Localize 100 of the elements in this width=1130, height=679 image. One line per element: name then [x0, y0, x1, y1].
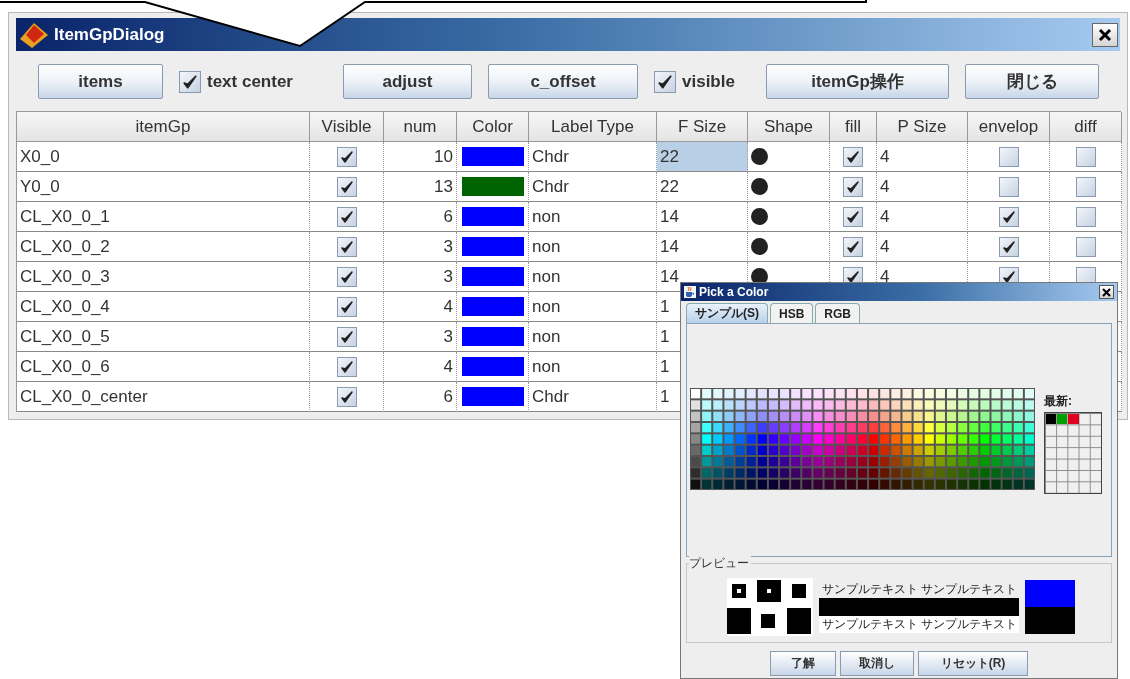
dialog-button[interactable]: 取消し: [839, 651, 914, 676]
check-icon: [339, 149, 354, 164]
table-cell: non: [532, 206, 561, 227]
column-header[interactable]: itemGp: [17, 112, 310, 142]
checkbox[interactable]: [336, 296, 357, 317]
toolbar-button[interactable]: c_offset: [488, 64, 638, 99]
color-swatch[interactable]: [461, 387, 524, 406]
checkbox-label[interactable]: text center: [207, 71, 293, 92]
checkbox[interactable]: [843, 236, 863, 257]
checkbox[interactable]: [1075, 206, 1096, 227]
check-icon: [1001, 209, 1016, 224]
table-cell: 14: [660, 206, 679, 227]
checkbox[interactable]: [336, 236, 357, 257]
checkbox[interactable]: [336, 146, 357, 167]
dialog-button[interactable]: 了解: [769, 651, 836, 676]
checkbox[interactable]: [336, 206, 357, 227]
selected-cell[interactable]: 22: [657, 142, 748, 172]
column-header[interactable]: fill: [830, 112, 877, 142]
toolbar-button[interactable]: items: [38, 64, 163, 99]
table-cell: Y0_0: [20, 176, 60, 197]
recent-color[interactable]: [1068, 414, 1079, 425]
tab[interactable]: RGB: [815, 303, 860, 323]
tab[interactable]: サンプル(S): [686, 303, 768, 323]
table-cell: 3: [443, 266, 453, 287]
window-title: Pick a Color: [699, 285, 770, 299]
check-icon: [339, 299, 354, 314]
checkbox[interactable]: [336, 176, 357, 197]
column-header[interactable]: num: [384, 112, 457, 142]
column-header[interactable]: P Size: [877, 112, 968, 142]
checkbox[interactable]: [1075, 146, 1096, 167]
checkbox[interactable]: [843, 176, 863, 197]
column-header[interactable]: Shape: [748, 112, 830, 142]
checkbox-label[interactable]: visible: [682, 71, 735, 92]
color-swatch[interactable]: [461, 147, 524, 166]
dialog-button[interactable]: リセット(R): [917, 651, 1029, 676]
check-icon: [339, 209, 354, 224]
toolbar-button[interactable]: adjust: [343, 64, 472, 99]
table-cell: 3: [443, 326, 453, 347]
column-header[interactable]: F Size: [657, 112, 748, 142]
checkbox[interactable]: [336, 266, 357, 287]
recent-color[interactable]: [1046, 414, 1057, 425]
table-cell: 14: [660, 266, 679, 287]
column-header[interactable]: Visible: [310, 112, 384, 142]
table-cell: CL_X0_0_3: [20, 266, 110, 287]
table-cell: CL_X0_0_center: [20, 386, 148, 407]
checkbox[interactable]: [179, 70, 201, 93]
app-icon: [18, 20, 50, 49]
column-header[interactable]: envelop: [968, 112, 1050, 142]
toolbar-button[interactable]: itemGp操作: [766, 64, 949, 99]
check-icon: [1001, 239, 1016, 254]
table-cell: 4: [443, 356, 453, 377]
color-swatches-drawing[interactable]: [690, 388, 1035, 490]
tab[interactable]: HSB: [770, 303, 814, 323]
checkbox[interactable]: [1075, 176, 1096, 197]
checkbox[interactable]: [336, 326, 357, 347]
sample-text: サンプルテキスト サンプルテキスト: [819, 616, 1019, 633]
checkbox[interactable]: [336, 386, 357, 407]
table-cell: 4: [880, 236, 890, 257]
column-header[interactable]: diff: [1050, 112, 1122, 142]
color-swatch[interactable]: [461, 327, 524, 346]
color-swatch[interactable]: [461, 177, 524, 196]
cup-icon: [684, 286, 696, 298]
color-swatch[interactable]: [461, 267, 524, 286]
column-header[interactable]: Color: [457, 112, 529, 142]
table-cell: 4: [880, 206, 890, 227]
checkbox[interactable]: [998, 146, 1019, 167]
checkbox[interactable]: [336, 356, 357, 377]
checkbox[interactable]: [1075, 236, 1096, 257]
column-header[interactable]: Label Type: [529, 112, 657, 142]
checkbox[interactable]: [998, 206, 1019, 227]
color-swatch[interactable]: [461, 357, 524, 376]
checkbox[interactable]: [654, 70, 676, 93]
recent-color[interactable]: [1057, 414, 1068, 425]
color-swatch[interactable]: [461, 297, 524, 316]
check-icon: [339, 329, 354, 344]
table-cell: X0_0: [20, 146, 60, 167]
sample-text: サンプルテキスト サンプルテキスト: [821, 581, 1019, 598]
table-cell: CL_X0_0_6: [20, 356, 110, 377]
close-button[interactable]: [1099, 285, 1114, 299]
checkbox[interactable]: [843, 146, 863, 167]
checkbox[interactable]: [998, 236, 1019, 257]
table-cell: 1: [660, 296, 670, 317]
check-icon: [657, 73, 673, 90]
check-icon: [846, 239, 860, 254]
table-cell: 6: [443, 206, 453, 227]
table-cell: 1: [660, 356, 670, 377]
table-cell: 1: [660, 386, 670, 407]
table-cell: 3: [443, 236, 453, 257]
color-swatch[interactable]: [461, 207, 524, 226]
checkbox[interactable]: [843, 206, 863, 227]
table-cell: non: [532, 296, 561, 317]
color-preview: [1025, 580, 1075, 634]
table-cell: CL_X0_0_2: [20, 236, 110, 257]
checkbox[interactable]: [998, 176, 1019, 197]
window-title: ItemGpDialog: [54, 24, 166, 45]
table-cell: 4: [880, 176, 890, 197]
color-swatch[interactable]: [461, 237, 524, 256]
check-icon: [846, 149, 860, 164]
toolbar-button[interactable]: 閉じる: [965, 64, 1099, 99]
close-button[interactable]: [1092, 22, 1118, 47]
